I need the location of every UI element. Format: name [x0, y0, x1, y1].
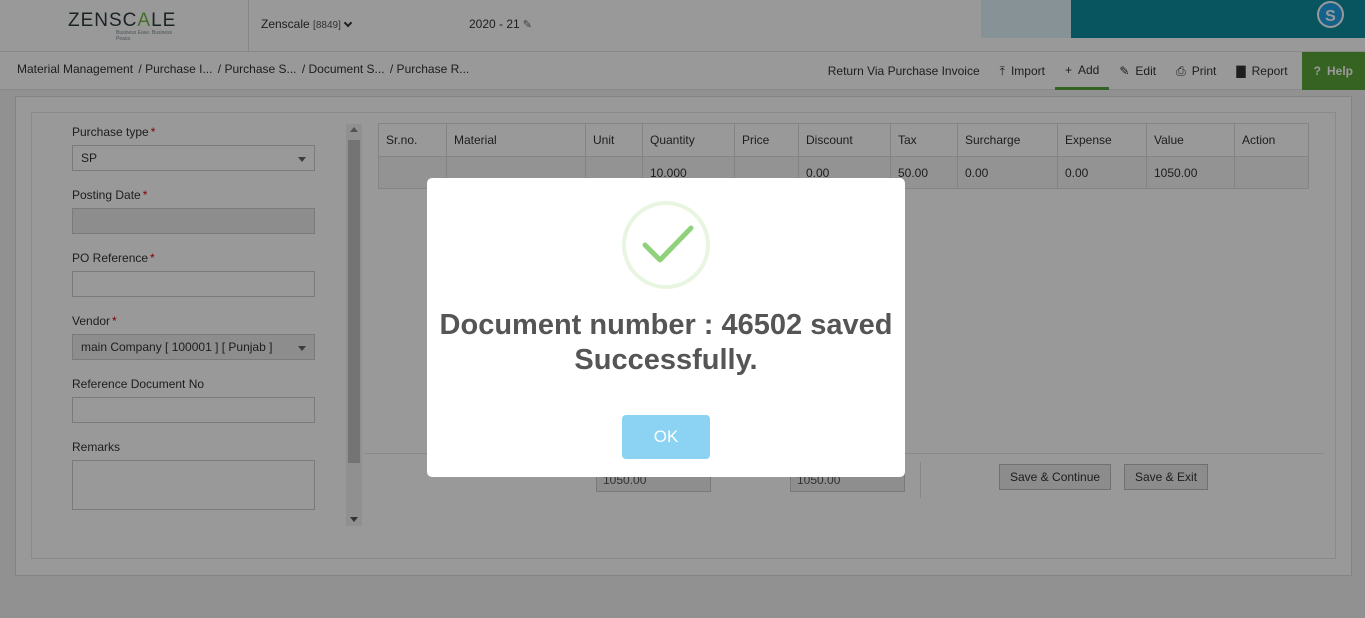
- success-dialog: Document number : 46502 saved Successful…: [427, 178, 905, 477]
- ok-button[interactable]: OK: [622, 415, 710, 459]
- dialog-message-line: Successfully.: [574, 344, 758, 376]
- dialog-message-line: Document number : 46502 saved: [439, 309, 893, 341]
- checkmark-icon-graphic: [642, 225, 694, 263]
- dialog-message: Document number : 46502 saved Successful…: [427, 308, 905, 378]
- checkmark-icon: [622, 201, 710, 289]
